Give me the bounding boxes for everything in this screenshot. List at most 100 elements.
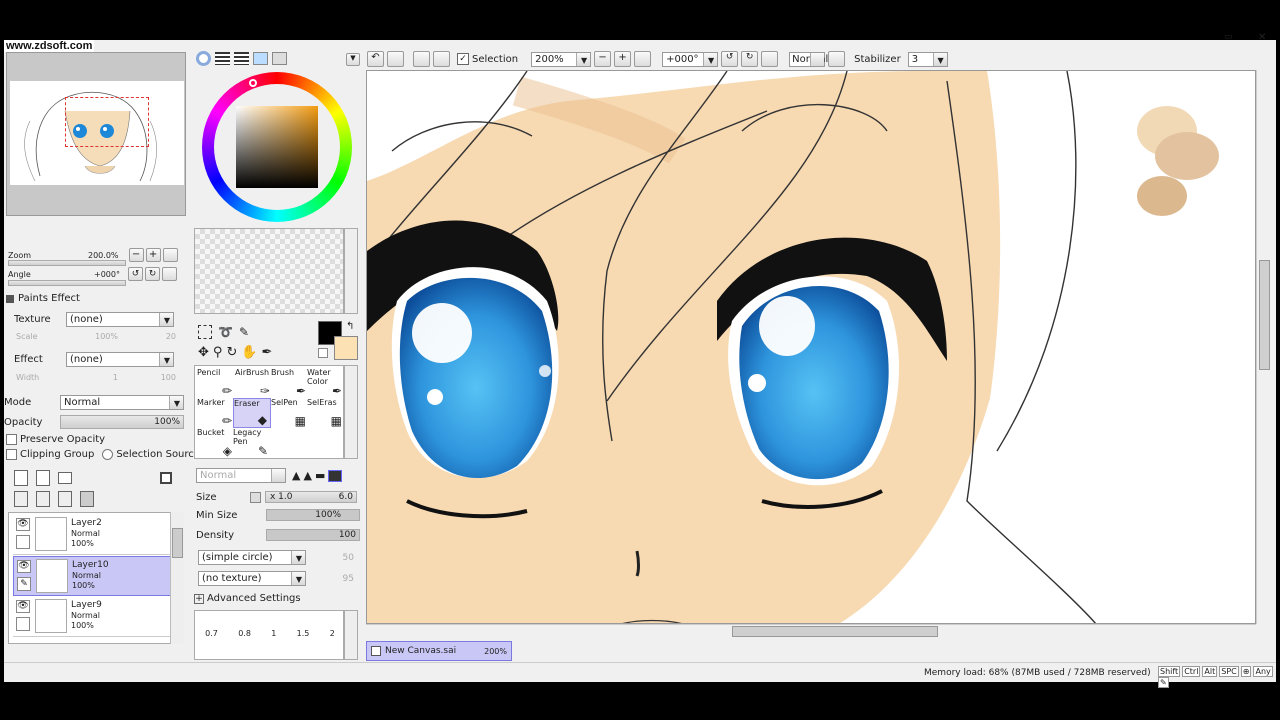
- tool-airbrush[interactable]: AirBrush ✑: [235, 368, 273, 398]
- transparent-color-icon[interactable]: [318, 348, 328, 358]
- texture-select[interactable]: (none) ▼: [66, 312, 174, 327]
- toolbar-rotate-left-button[interactable]: ↺: [721, 51, 739, 67]
- brush-shape-select[interactable]: (simple circle) ▼: [198, 550, 306, 565]
- layer-list[interactable]: 👁 Layer2 Normal 100% 👁 ✎ Layer10 Normal …: [8, 512, 184, 644]
- brush-texture-select[interactable]: (no texture) ▼: [198, 571, 306, 586]
- angle-slider[interactable]: [8, 280, 126, 286]
- preserve-opacity-checkbox[interactable]: [6, 434, 17, 445]
- canvas-hscroll-thumb[interactable]: [732, 626, 938, 637]
- canvas-horizontal-scrollbar[interactable]: [366, 624, 1256, 638]
- panel-menu-button[interactable]: ▼: [346, 52, 360, 66]
- brush-shape-sharp-icon[interactable]: ▲: [292, 469, 300, 482]
- hand-tool-icon[interactable]: ✋: [241, 345, 257, 360]
- layer-lock-toggle[interactable]: [16, 617, 30, 631]
- toolbar-zoom-reset-button[interactable]: [634, 51, 652, 67]
- clear-layer-icon[interactable]: [58, 491, 72, 507]
- navigator-panel[interactable]: [6, 52, 186, 216]
- tool-grid-scrollbar[interactable]: [344, 365, 358, 459]
- layer-mode-select[interactable]: Normal ▼: [60, 395, 184, 410]
- deselect-button[interactable]: [413, 51, 430, 67]
- hue-marker[interactable]: [249, 79, 257, 87]
- rotate-left-button[interactable]: ↺: [127, 267, 143, 281]
- tool-marker[interactable]: Marker ✏: [197, 398, 235, 428]
- canvas-tab[interactable]: New Canvas.sai 200%: [366, 641, 512, 661]
- stabilizer-select[interactable]: 3 ▼: [907, 51, 948, 67]
- preset-label[interactable]: 1: [271, 629, 276, 638]
- tool-legacy-pen[interactable]: Legacy Pen ✎: [233, 428, 271, 458]
- window-restore-icon[interactable]: ▭: [1224, 32, 1233, 42]
- color-wheel-mode-icon[interactable]: [196, 51, 211, 66]
- rect-select-icon[interactable]: [198, 325, 212, 339]
- selection-checkbox[interactable]: ✓: [457, 53, 469, 65]
- eyedropper-icon[interactable]: ✒: [262, 345, 273, 360]
- layer-list-scroll-thumb[interactable]: [172, 528, 183, 558]
- merge-down-icon[interactable]: [36, 491, 50, 507]
- flip-horizontal-button[interactable]: [828, 51, 846, 67]
- eye-icon[interactable]: 👁: [16, 518, 30, 531]
- layer-lock-toggle[interactable]: [16, 535, 30, 549]
- preset-label[interactable]: 1.5: [297, 629, 310, 638]
- toolbar-angle-select[interactable]: +000° ▼: [662, 51, 719, 67]
- new-linework-layer-icon[interactable]: [36, 470, 50, 486]
- hsv-slider-mode-icon[interactable]: [234, 52, 249, 65]
- size-lock-toggle[interactable]: [250, 491, 261, 503]
- lasso-icon[interactable]: ➰: [218, 325, 233, 339]
- tool-seleraser[interactable]: SelEras ▦: [307, 398, 345, 428]
- brush-shape-round-icon[interactable]: ▲: [303, 469, 311, 482]
- tool-pencil[interactable]: Pencil ✏: [197, 368, 235, 398]
- magic-wand-icon[interactable]: ✎: [239, 325, 249, 339]
- layer-row-layer2[interactable]: 👁 Layer2 Normal 100%: [13, 515, 177, 555]
- pen-icon[interactable]: ✎: [17, 577, 31, 591]
- brush-shape-square-icon[interactable]: [328, 469, 343, 482]
- zoom-in-button[interactable]: +: [145, 248, 161, 262]
- preserve-opacity-row[interactable]: Preserve Opacity: [6, 434, 105, 445]
- presets-scrollbar[interactable]: [344, 610, 358, 660]
- tool-watercolor[interactable]: Water Color ✒: [307, 368, 345, 398]
- new-folder-icon[interactable]: [58, 472, 72, 484]
- undo-button[interactable]: ↶: [367, 51, 384, 67]
- canvas-vertical-scrollbar[interactable]: [1256, 70, 1272, 624]
- navigator-viewport-rect[interactable]: [65, 97, 149, 147]
- navigator-preview[interactable]: [10, 81, 184, 185]
- new-layer-icon[interactable]: [14, 470, 28, 486]
- transfer-down-icon[interactable]: [14, 491, 28, 507]
- redo-button[interactable]: [387, 51, 404, 67]
- zoom-tool-icon[interactable]: ⚲: [213, 345, 223, 360]
- toolbar-blend-select[interactable]: Normal: [789, 51, 828, 67]
- swatches-mode-icon[interactable]: [253, 52, 268, 65]
- delete-layer-icon[interactable]: [80, 491, 94, 507]
- eye-icon[interactable]: 👁: [16, 600, 30, 613]
- paints-effect-header[interactable]: Paints Effect: [6, 293, 80, 304]
- tool-bucket[interactable]: Bucket ◈: [197, 428, 235, 458]
- tool-brush[interactable]: Brush ✒: [271, 368, 309, 398]
- advanced-settings-row[interactable]: + Advanced Settings: [194, 593, 301, 604]
- scratchpad-scrollbar[interactable]: [344, 228, 358, 314]
- preset-label[interactable]: 2: [330, 629, 335, 638]
- size-slider[interactable]: x 1.0 6.0: [265, 491, 357, 503]
- scratchpad[interactable]: [194, 228, 344, 314]
- invert-selection-button[interactable]: [433, 51, 450, 67]
- window-close-icon[interactable]: ✕: [1258, 32, 1266, 43]
- toolbar-zoom-out-button[interactable]: −: [594, 51, 612, 67]
- toolbar-rotate-right-button[interactable]: ↻: [741, 51, 759, 67]
- collapse-icon[interactable]: [6, 294, 14, 303]
- layer-list-scrollbar[interactable]: [170, 512, 184, 644]
- layer-row-layer9[interactable]: 👁 Layer9 Normal 100%: [13, 597, 177, 637]
- toolbar-rotate-reset-button[interactable]: [761, 51, 779, 67]
- clipping-group-checkbox[interactable]: [6, 449, 17, 460]
- min-size-slider[interactable]: 100%: [266, 509, 360, 521]
- effect-select[interactable]: (none) ▼: [66, 352, 174, 367]
- rgb-slider-mode-icon[interactable]: [215, 52, 230, 65]
- rotate-reset-button[interactable]: [161, 267, 177, 281]
- background-color-swatch[interactable]: [334, 336, 358, 360]
- brush-size-presets[interactable]: 0.7 0.8 1 1.5 2: [194, 610, 344, 660]
- toolbar-zoom-select[interactable]: 200% ▼: [531, 51, 592, 67]
- toolbar-zoom-in-button[interactable]: +: [614, 51, 632, 67]
- tool-selpen[interactable]: SelPen ▦: [271, 398, 309, 428]
- move-icon[interactable]: ✥: [198, 345, 209, 360]
- opacity-slider[interactable]: 100%: [60, 415, 184, 429]
- color-wheel[interactable]: [202, 72, 352, 222]
- tool-eraser[interactable]: Eraser ◆: [233, 398, 271, 428]
- rotate-tool-icon[interactable]: ↻: [226, 345, 237, 360]
- rotate-right-button[interactable]: ↻: [144, 267, 160, 281]
